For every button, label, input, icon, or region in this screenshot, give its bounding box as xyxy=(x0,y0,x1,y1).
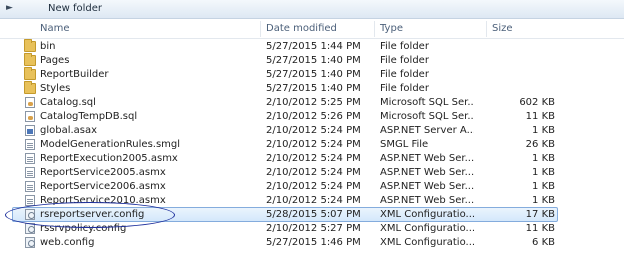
file-date-modified: 5/27/2015 1:46 PM xyxy=(266,237,361,248)
file-row[interactable]: ReportService2006.asmx 2/10/2012 5:24 PM A… xyxy=(0,180,624,194)
column-divider[interactable] xyxy=(374,21,375,37)
column-header-type[interactable]: Type xyxy=(380,23,403,34)
file-name: ReportService2005.asmx xyxy=(40,167,166,178)
file-type: ASP.NET Web Ser... xyxy=(380,195,474,206)
command-bar: ► New folder xyxy=(0,0,624,19)
file-name: ReportService2006.asmx xyxy=(40,181,166,192)
file-row[interactable]: Pages 5/27/2015 1:40 PM File folder xyxy=(0,53,624,68)
file-size: 1 KB xyxy=(532,153,555,164)
file-type: ASP.NET Web Ser... xyxy=(380,181,474,192)
file-name: CatalogTempDB.sql xyxy=(40,111,138,122)
file-name: ReportBuilder xyxy=(40,69,109,80)
file-type: Microsoft SQL Ser... xyxy=(380,111,474,122)
folder-icon xyxy=(24,39,36,52)
document-icon xyxy=(25,181,35,192)
folder-icon xyxy=(24,53,36,66)
file-name: rssrvpolicy.config xyxy=(40,223,127,234)
asax-file-icon xyxy=(25,125,35,136)
file-row[interactable]: rssrvpolicy.config 2/10/2012 5:27 PM XML C… xyxy=(0,222,624,236)
file-date-modified: 2/10/2012 5:25 PM xyxy=(266,97,361,108)
file-size: 1 KB xyxy=(532,181,555,192)
file-date-modified: 2/10/2012 5:24 PM xyxy=(266,181,361,192)
document-icon xyxy=(25,139,35,150)
file-type: XML Configuratio... xyxy=(380,237,474,248)
file-name: Catalog.sql xyxy=(40,97,96,108)
column-divider[interactable] xyxy=(260,21,261,37)
file-date-modified: 2/10/2012 5:24 PM xyxy=(266,125,361,136)
file-name: Pages xyxy=(40,55,70,66)
file-name: Styles xyxy=(40,83,71,94)
file-name: ReportExecution2005.asmx xyxy=(40,153,178,164)
file-date-modified: 5/28/2015 5:07 PM xyxy=(266,209,361,220)
file-size: 11 KB xyxy=(525,223,555,234)
file-date-modified: 2/10/2012 5:26 PM xyxy=(266,111,361,122)
config-file-icon xyxy=(25,237,35,248)
column-header: Name Date modified Type Size xyxy=(0,19,624,39)
file-type: File folder xyxy=(380,83,429,94)
file-type: SMGL File xyxy=(380,139,429,150)
document-icon xyxy=(25,153,35,164)
file-date-modified: 5/27/2015 1:40 PM xyxy=(266,55,361,66)
file-date-modified: 2/10/2012 5:24 PM xyxy=(266,167,361,178)
file-type: ASP.NET Web Ser... xyxy=(380,167,474,178)
file-date-modified: 2/10/2012 5:27 PM xyxy=(266,223,361,234)
file-name: global.asax xyxy=(40,125,98,136)
document-icon xyxy=(25,195,35,206)
file-type: File folder xyxy=(380,55,429,66)
folder-icon xyxy=(24,67,36,80)
file-date-modified: 2/10/2012 5:24 PM xyxy=(266,153,361,164)
chevron-right-icon[interactable]: ► xyxy=(6,3,13,13)
file-type: File folder xyxy=(380,41,429,52)
file-row[interactable]: global.asax 2/10/2012 5:24 PM ASP.NET Serv… xyxy=(0,124,624,138)
file-name: bin xyxy=(40,41,56,52)
config-file-icon xyxy=(25,223,35,234)
config-file-icon xyxy=(25,209,35,220)
column-header-size[interactable]: Size xyxy=(492,23,513,34)
file-size: 1 KB xyxy=(532,125,555,136)
file-row[interactable]: Catalog.sql 2/10/2012 5:25 PM Microsoft SQ… xyxy=(0,96,624,110)
file-size: 6 KB xyxy=(532,237,555,248)
file-type: ASP.NET Server A... xyxy=(380,125,474,136)
file-type: XML Configuratio... xyxy=(380,209,474,220)
column-header-date-modified[interactable]: Date modified xyxy=(266,23,337,34)
file-size: 1 KB xyxy=(532,167,555,178)
file-name: ModelGenerationRules.smgl xyxy=(40,139,181,150)
file-row[interactable]: ReportService2010.asmx 2/10/2012 5:24 PM A… xyxy=(0,194,624,208)
document-icon xyxy=(25,167,35,178)
file-size: 1 KB xyxy=(532,195,555,206)
file-row[interactable]: Styles 5/27/2015 1:40 PM File folder xyxy=(0,81,624,96)
column-divider[interactable] xyxy=(486,21,487,37)
sql-file-icon xyxy=(25,97,35,108)
folder-icon xyxy=(24,81,36,94)
file-type: File folder xyxy=(380,69,429,80)
file-date-modified: 2/10/2012 5:24 PM xyxy=(266,139,361,150)
file-row[interactable]: ModelGenerationRules.smgl 2/10/2012 5:24 … xyxy=(0,138,624,152)
file-date-modified: 5/27/2015 1:40 PM xyxy=(266,83,361,94)
file-type: Microsoft SQL Ser... xyxy=(380,97,474,108)
file-date-modified: 2/10/2012 5:24 PM xyxy=(266,195,361,206)
file-size: 26 KB xyxy=(525,139,555,150)
file-row[interactable]: bin 5/27/2015 1:44 PM File folder xyxy=(0,39,624,54)
file-row[interactable]: ReportExecution2005.asmx 2/10/2012 5:24 P… xyxy=(0,152,624,166)
file-type: XML Configuratio... xyxy=(380,223,474,234)
file-date-modified: 5/27/2015 1:40 PM xyxy=(266,69,361,80)
file-row[interactable]: rsreportserver.config 5/28/2015 5:07 PM XM… xyxy=(0,207,624,222)
file-name: rsreportserver.config xyxy=(40,209,145,220)
file-size: 602 KB xyxy=(519,97,555,108)
file-type: ASP.NET Web Ser... xyxy=(380,153,474,164)
file-row[interactable]: CatalogTempDB.sql 2/10/2012 5:26 PM Micros… xyxy=(0,110,624,124)
file-date-modified: 5/27/2015 1:44 PM xyxy=(266,41,361,52)
sql-file-icon xyxy=(25,111,35,122)
column-header-name[interactable]: Name xyxy=(40,23,70,34)
file-size: 17 KB xyxy=(525,209,555,220)
new-folder-button[interactable]: New folder xyxy=(48,3,102,14)
file-size: 11 KB xyxy=(525,111,555,122)
file-name: ReportService2010.asmx xyxy=(40,195,166,206)
file-name: web.config xyxy=(40,237,95,248)
file-row[interactable]: ReportBuilder 5/27/2015 1:40 PM File folde… xyxy=(0,67,624,82)
file-row[interactable]: web.config 5/27/2015 1:46 PM XML Configura… xyxy=(0,236,624,250)
file-row[interactable]: ReportService2005.asmx 2/10/2012 5:24 PM A… xyxy=(0,166,624,180)
